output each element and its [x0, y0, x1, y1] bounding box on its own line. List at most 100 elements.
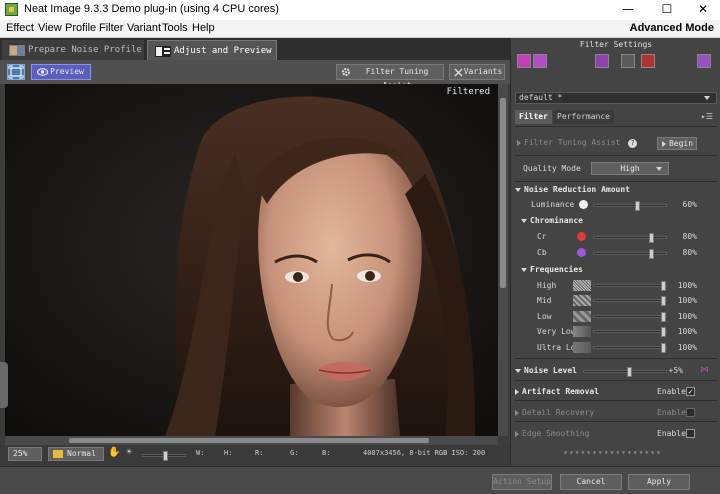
- save-preset-button[interactable]: [533, 54, 547, 68]
- freq-mid-slider[interactable]: [593, 296, 667, 306]
- tab-prepare-label: Prepare Noise Profile: [28, 45, 142, 55]
- vertical-scroll-thumb[interactable]: [500, 98, 506, 288]
- panel-menu-icon[interactable]: ▸☰: [697, 110, 717, 124]
- luminance-slider-thumb[interactable]: [634, 201, 640, 211]
- variants-button[interactable]: Variants: [449, 64, 505, 80]
- detail-enable-checkbox[interactable]: [686, 408, 695, 417]
- freq-ultra-low-slider[interactable]: [593, 343, 667, 353]
- freq-high-slider[interactable]: [593, 281, 667, 291]
- brightness-slider[interactable]: [142, 451, 186, 461]
- cr-slider[interactable]: [593, 233, 667, 243]
- gear-icon: [342, 68, 350, 76]
- detail-recovery-header[interactable]: Detail Recovery: [515, 408, 594, 417]
- menu-profile[interactable]: Profile: [65, 22, 96, 34]
- minimize-button[interactable]: —: [611, 0, 645, 20]
- artifact-enable-checkbox[interactable]: ✓: [686, 387, 695, 396]
- menu-effect[interactable]: Effect: [6, 22, 34, 34]
- tab-performance[interactable]: Performance: [553, 110, 614, 124]
- freq-ultra-low-slider-thumb[interactable]: [661, 343, 666, 353]
- menu-view[interactable]: View: [38, 22, 62, 34]
- brightness-slider-thumb[interactable]: [163, 451, 168, 461]
- help-icon[interactable]: ?: [628, 139, 638, 148]
- freq-low-label: Low: [537, 312, 552, 321]
- fit-view-button[interactable]: [7, 64, 25, 80]
- collapse-icon: [521, 218, 527, 223]
- panel-collapse-handle[interactable]: [0, 362, 8, 408]
- artifact-removal-header[interactable]: Artifact Removal: [515, 387, 599, 396]
- preview-toolbar: Preview Filter Tuning Assist Variants: [0, 60, 510, 90]
- quality-mode-select[interactable]: High: [591, 162, 669, 175]
- noise-level-slider-thumb[interactable]: [626, 367, 632, 377]
- freq-low-slider[interactable]: [593, 312, 667, 322]
- cb-slider[interactable]: [593, 249, 667, 259]
- freq-ultra-low-value: 100%: [677, 343, 697, 352]
- hand-tool-icon[interactable]: ✋: [108, 447, 120, 458]
- cr-swatch: [577, 232, 586, 241]
- filter-tuning-assist-button[interactable]: Filter Tuning Assist: [336, 64, 444, 90]
- luminance-slider[interactable]: [593, 201, 667, 211]
- freq-low-slider-thumb[interactable]: [661, 312, 666, 322]
- cb-value: 80%: [682, 248, 697, 257]
- open-preset-button[interactable]: [517, 54, 531, 68]
- cb-slider-thumb[interactable]: [649, 249, 655, 259]
- noise-reduction-header[interactable]: Noise Reduction Amount: [515, 185, 630, 194]
- frequencies-header[interactable]: Frequencies: [521, 265, 583, 274]
- undo-button[interactable]: [595, 54, 609, 68]
- divider: [515, 380, 717, 381]
- info-button[interactable]: [697, 54, 711, 68]
- tab-filter[interactable]: Filter: [515, 110, 552, 124]
- close-button[interactable]: ✕: [686, 0, 720, 20]
- noise-level-marker-icon[interactable]: ⋈: [700, 365, 709, 375]
- horizontal-scrollbar[interactable]: [5, 436, 498, 445]
- begin-button[interactable]: Begin: [657, 137, 697, 150]
- vertical-scrollbar[interactable]: [498, 84, 508, 436]
- reset-button[interactable]: [641, 54, 655, 68]
- filtered-label: Filtered: [446, 87, 490, 97]
- chrominance-header[interactable]: Chrominance: [521, 216, 583, 225]
- noise-level-header[interactable]: Noise Level: [515, 366, 577, 375]
- more-sections-indicator[interactable]: ▾▾▾▾▾▾▾▾▾▾▾▾▾▾▾▾▾: [563, 448, 662, 457]
- maximize-button[interactable]: ☐: [650, 0, 684, 20]
- frequencies-title: Frequencies: [530, 265, 583, 274]
- freq-very-low-slider-thumb[interactable]: [661, 327, 666, 337]
- eye-icon: [37, 68, 48, 76]
- mode-label[interactable]: Advanced Mode: [630, 22, 714, 34]
- status-bar: 25% Normal ✋ ☀ W: H: R: G: B: 4087x3456,…: [0, 445, 510, 465]
- edge-enable-checkbox[interactable]: [686, 429, 695, 438]
- apply-button[interactable]: Apply: [628, 474, 690, 490]
- expand-icon: [515, 388, 519, 395]
- tab-adjust-label: Adjust and Preview: [174, 46, 272, 56]
- tab-prepare-noise-profile[interactable]: Prepare Noise Profile: [2, 40, 144, 60]
- horizontal-scroll-thumb[interactable]: [69, 438, 429, 443]
- redo-button[interactable]: [621, 54, 635, 68]
- edge-smoothing-header[interactable]: Edge Smoothing: [515, 429, 589, 438]
- preset-select[interactable]: default *: [515, 92, 717, 104]
- freq-very-low-slider[interactable]: [593, 327, 667, 337]
- preview-button[interactable]: Preview: [31, 64, 91, 80]
- noise-level-slider[interactable]: [583, 367, 667, 377]
- menu-help[interactable]: Help: [192, 22, 215, 34]
- menu-variant[interactable]: Variant: [127, 22, 161, 34]
- zoom-select[interactable]: 25%: [8, 447, 42, 461]
- action-setup-button[interactable]: Action Setup: [492, 474, 552, 490]
- freq-mid-slider-thumb[interactable]: [661, 296, 666, 306]
- luminance-label: Luminance: [531, 200, 575, 209]
- tab-adjust-and-preview[interactable]: Adjust and Preview: [147, 40, 277, 60]
- artifact-removal-label: Artifact Removal: [522, 387, 600, 396]
- brightness-icon[interactable]: ☀: [126, 447, 132, 458]
- menu-tools[interactable]: Tools: [162, 22, 188, 34]
- noise-level-label: Noise Level: [524, 366, 577, 375]
- blend-mode-select[interactable]: Normal: [48, 447, 104, 461]
- adjust-preview-icon: [155, 46, 171, 57]
- image-preview[interactable]: Filtered: [5, 84, 498, 436]
- menu-bar: Effect View Profile Filter Variant Tools…: [0, 20, 720, 38]
- artifact-enable-label: Enable: [657, 387, 686, 396]
- menu-filter[interactable]: Filter: [99, 22, 123, 34]
- preset-value: default *: [519, 93, 563, 102]
- freq-mid-label: Mid: [537, 296, 552, 305]
- freq-high-slider-thumb[interactable]: [661, 281, 666, 291]
- chevron-down-icon: [704, 96, 710, 100]
- cancel-button[interactable]: Cancel: [560, 474, 622, 490]
- cr-slider-thumb[interactable]: [649, 233, 655, 243]
- mid-freq-thumbnail: [573, 295, 591, 306]
